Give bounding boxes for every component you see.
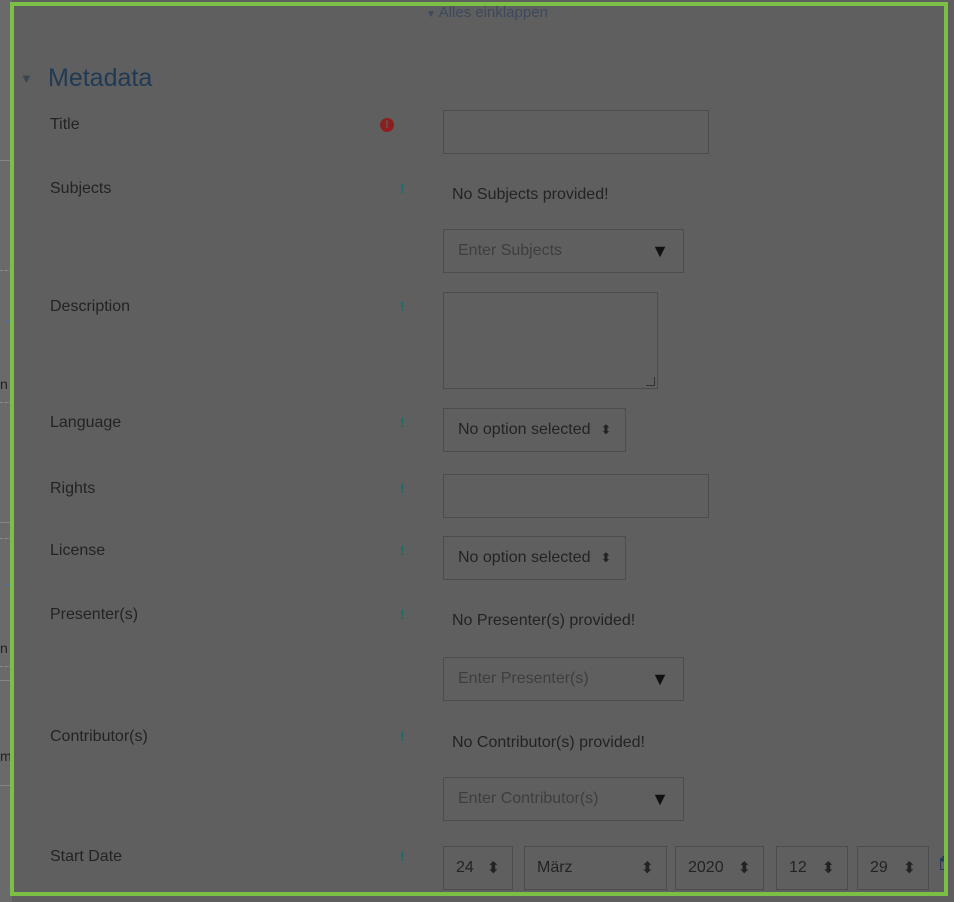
metadata-form-panel: ▼ Alles einklappen ▼ Metadata Title ! Su…: [10, 2, 948, 896]
minute-select[interactable]: 29 ⬍: [857, 846, 929, 890]
day-select[interactable]: 24 ⬍: [443, 846, 513, 890]
field-label: Start Date: [50, 848, 123, 865]
rights-input[interactable]: [443, 474, 709, 518]
contributors-empty-text: No Contributor(s) provided!: [452, 734, 645, 751]
resize-handle[interactable]: [646, 377, 655, 386]
year-value: 2020: [688, 859, 724, 876]
select-arrows-icon: ⬍: [600, 550, 612, 565]
help-icon[interactable]: !: [400, 180, 405, 196]
day-value: 24: [456, 859, 474, 876]
subjects-autocomplete[interactable]: Enter Subjects ▼: [443, 229, 684, 273]
truncated-text: n: [0, 640, 8, 656]
collapse-all-label: Alles einklappen: [438, 4, 548, 21]
field-label: Description: [50, 298, 131, 315]
calendar-icon[interactable]: [940, 856, 944, 875]
select-arrows-icon: ⬍: [486, 860, 500, 877]
month-select[interactable]: März ⬍: [524, 846, 667, 890]
dropdown-arrow-icon: ▼: [651, 240, 669, 261]
field-label: Rights: [50, 480, 96, 497]
field-label: License: [50, 542, 106, 559]
hour-select[interactable]: 12 ⬍: [776, 846, 848, 890]
help-icon[interactable]: !: [400, 298, 405, 314]
required-icon: !: [380, 118, 394, 132]
presenters-autocomplete[interactable]: Enter Presenter(s) ▼: [443, 657, 684, 701]
help-icon[interactable]: !: [400, 542, 405, 558]
help-icon[interactable]: !: [400, 728, 405, 744]
language-select[interactable]: No option selected ⬍: [443, 408, 627, 452]
month-value: März: [537, 859, 573, 876]
language-value: No option selected: [458, 421, 591, 438]
subjects-empty-text: No Subjects provided!: [452, 186, 609, 203]
truncated-text: n: [0, 376, 8, 392]
help-icon[interactable]: !: [400, 414, 405, 430]
select-arrows-icon: ⬍: [640, 860, 654, 877]
license-value: No option selected: [458, 549, 591, 566]
select-arrows-icon: ⬍: [600, 422, 612, 437]
description-textarea[interactable]: [443, 292, 658, 389]
help-icon[interactable]: !: [400, 848, 405, 864]
hour-value: 12: [789, 859, 807, 876]
help-icon[interactable]: !: [400, 606, 405, 622]
field-label: Subjects: [50, 180, 112, 197]
section-title: Metadata: [48, 64, 153, 92]
select-arrows-icon: ⬍: [902, 860, 916, 877]
contributors-placeholder: Enter Contributor(s): [458, 790, 599, 807]
section-header[interactable]: ▼ Metadata: [20, 64, 152, 93]
caret-down-icon: ▼: [426, 9, 439, 20]
dropdown-arrow-icon: ▼: [651, 668, 669, 689]
select-arrows-icon: ⬍: [737, 860, 751, 877]
help-icon[interactable]: !: [400, 480, 405, 496]
year-select[interactable]: 2020 ⬍: [675, 846, 764, 890]
collapse-all-link[interactable]: ▼ Alles einklappen: [426, 4, 548, 21]
presenters-empty-text: No Presenter(s) provided!: [452, 612, 636, 629]
section-caret-icon: ▼: [20, 71, 33, 86]
field-label: Title: [50, 116, 80, 133]
move-arrow-icon: ↓: [2, 303, 13, 328]
title-input[interactable]: [443, 110, 709, 154]
dropdown-arrow-icon: ▼: [651, 788, 669, 809]
field-label: Contributor(s): [50, 728, 148, 745]
presenters-placeholder: Enter Presenter(s): [458, 670, 589, 687]
license-select[interactable]: No option selected ⬍: [443, 536, 627, 580]
contributors-autocomplete[interactable]: Enter Contributor(s) ▼: [443, 777, 684, 821]
field-label: Presenter(s): [50, 606, 139, 623]
move-arrow-icon: ↓: [2, 566, 13, 591]
select-arrows-icon: ⬍: [821, 860, 835, 877]
subjects-placeholder: Enter Subjects: [458, 242, 563, 259]
field-label: Language: [50, 414, 122, 431]
minute-value: 29: [870, 859, 888, 876]
